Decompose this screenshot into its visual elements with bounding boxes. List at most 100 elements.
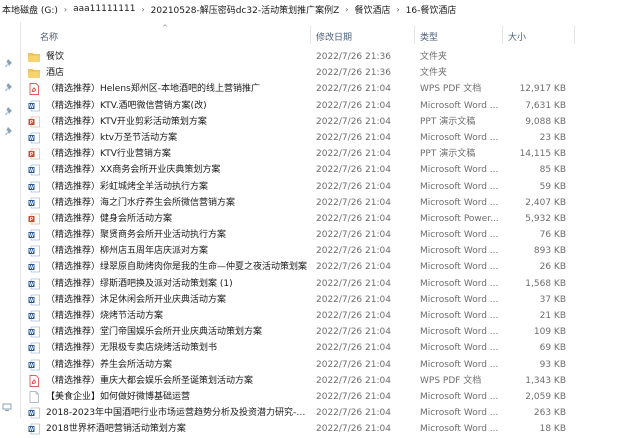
file-size: 7,631 KB [525,100,566,111]
file-row[interactable]: W 2018世界杯酒吧营销活动策划方案 2022/7/26 21:04 Microso… [22,421,622,437]
word-icon: W [28,197,40,209]
file-date: 2022/7/26 21:04 [316,278,391,289]
pin-icon[interactable] [5,126,15,136]
file-row[interactable]: P （精选推荐）健身会所活动方案 2022/7/26 21:04 Microsoft … [22,211,622,227]
file-size: 2,407 KB [525,197,566,208]
file-date: 2022/7/26 21:04 [316,149,391,160]
file-type: Microsoft Word ... [420,294,499,305]
file-row[interactable]: W （精选推荐）XX商务会所开业庆典策划方案 2022/7/26 21:04 Micr… [22,162,622,178]
folder-icon [28,51,40,63]
file-row[interactable]: W （精选推荐）彩虹城烤全羊活动执行方案 2022/7/26 21:04 Micros… [22,179,622,195]
file-size: 263 KB [533,408,566,419]
breadcrumb-item[interactable]: aaa11111111 [73,4,135,14]
navigation-pane [0,22,21,418]
pin-icon[interactable] [5,82,15,92]
file-row[interactable]: W 2018-2023年中国酒吧行业市场运营趋势分析及投资潜力研究-(目录) 202… [22,405,622,421]
file-size: 1,568 KB [525,278,566,289]
file-date: 2022/7/26 21:04 [316,246,391,257]
column-header-date[interactable]: 修改日期 [316,30,352,43]
file-type: Microsoft Power... [420,213,499,224]
svg-text:W: W [29,298,34,304]
pin-icon[interactable] [5,106,15,116]
file-name: （精选推荐）烧烤节活动方案 [46,311,164,321]
breadcrumb-item[interactable]: 餐饮酒店 [354,3,390,16]
file-type: Microsoft Word ... [420,100,499,111]
word-icon: W [28,229,40,241]
file-row[interactable]: （精选推荐）重庆大都会娱乐会所圣诞策划活动方案 2022/7/26 21:04 WP… [22,373,622,389]
file-row[interactable]: W （精选推荐）柳州店五周年店庆派对方案 2022/7/26 21:04 Micros… [22,243,622,259]
column-header-type[interactable]: 类型 [420,30,438,43]
file-date: 2022/7/26 21:04 [316,375,391,386]
file-row[interactable]: W （精选推荐）缪斯酒吧换及派对活动策划案 (1) 2022/7/26 21:04 M… [22,276,622,292]
file-type: PPT 演示文稿 [420,149,476,160]
file-name: （精选推荐）聚贤商务会所开业活动执行方案 [46,230,227,241]
svg-text:W: W [29,330,34,336]
file-name: （精选推荐）堂门帝国娱乐会所开业庆典活动策划方案 [46,327,263,338]
file-list: 餐饮 2022/7/26 21:36 文件夹 酒店 2022/7/26 21:36 文件夹… [22,49,622,438]
file-row[interactable]: W （精选推荐）堂门帝国娱乐会所开业庆典活动策划方案 2022/7/26 21:04… [22,324,622,340]
svg-text:W: W [29,411,34,417]
file-row[interactable]: W （精选推荐）KTV.酒吧微信营销方案(改) 2022/7/26 21:04 Mic… [22,98,622,114]
file-date: 2022/7/26 21:36 [316,52,391,62]
file-row[interactable]: （精选推荐）Helens郑州区-本地酒吧的线上营销推广 2022/7/26 21:… [22,81,622,97]
column-header-name[interactable]: 名称 [40,30,58,43]
svg-text:W: W [29,103,34,109]
column-divider[interactable] [502,26,503,44]
file-row[interactable]: P （精选推荐）KTV行业营销方案 2022/7/26 21:04 PPT 演示文稿 1… [22,146,622,162]
file-row[interactable]: P （精选推荐）KTV开业剪彩活动策划方案 2022/7/26 21:04 PPT 演… [22,114,622,130]
generic-file-icon [28,391,40,403]
file-type: Microsoft Word ... [420,278,499,289]
file-row[interactable]: W （精选推荐）无限极专卖店烧烤活动策划书 2022/7/26 21:04 Micro… [22,340,622,356]
chevron-right-icon: › [141,4,145,14]
breadcrumb-item[interactable]: 16-餐饮酒店 [406,3,457,16]
file-type: Microsoft Word ... [420,197,499,208]
column-header: ^ 名称 修改日期 类型 大小 [22,24,622,44]
file-date: 2022/7/26 21:04 [316,181,391,192]
file-size: 85 KB [539,165,566,176]
column-divider[interactable] [574,26,575,44]
file-type: PPT 演示文稿 [420,116,476,127]
file-row[interactable]: W （精选推荐）养生会所活动方案 2022/7/26 21:04 Microsoft … [22,357,622,373]
file-row[interactable]: W （精选推荐）烧烤节活动方案 2022/7/26 21:04 Microsoft W… [22,308,622,324]
breadcrumb-item[interactable]: 20210528-解压密码dc32-活动策划推广案例Z [151,3,340,16]
file-date: 2022/7/26 21:04 [316,391,391,402]
breadcrumb-item[interactable]: 本地磁盘 (G:) [2,3,58,16]
column-divider[interactable] [310,26,311,44]
file-size: 5,932 KB [525,213,566,224]
file-row[interactable]: W （精选推荐）绿翠原自助烤肉你是我的生命—仲夏之夜活动策划案 2022/7/26 … [22,259,622,275]
word-icon: W [28,261,40,273]
column-divider[interactable] [414,26,415,44]
file-type: Microsoft Word ... [420,246,499,257]
file-row[interactable]: W （精选推荐）沐足休闲会所开业庆典活动方案 2022/7/26 21:04 Micr… [22,292,622,308]
sort-up-icon: ^ [162,24,168,32]
file-row[interactable]: 酒店 2022/7/26 21:36 文件夹 [22,65,622,81]
column-header-size[interactable]: 大小 [508,30,526,43]
file-name: 【美食企业】如何做好微博基础运营 [46,391,191,402]
svg-text:W: W [29,249,34,255]
word-icon: W [28,132,40,144]
computer-icon[interactable] [2,402,12,412]
word-icon: W [28,326,40,338]
file-date: 2022/7/26 21:04 [316,116,391,127]
word-icon: W [28,342,40,354]
file-type: Microsoft Word ... [420,132,499,143]
file-row[interactable]: W （精选推荐）ktv万圣节活动方案 2022/7/26 21:04 Microsof… [22,130,622,146]
file-name: （精选推荐）缪斯酒吧换及派对活动策划案 (1) [46,278,233,289]
file-row[interactable]: W （精选推荐）海之门水疗养生会所微信营销方案 2022/7/26 21:04 Mic… [22,195,622,211]
file-row[interactable]: 餐饮 2022/7/26 21:36 文件夹 [22,49,622,65]
file-row[interactable]: W （精选推荐）聚贤商务会所开业活动执行方案 2022/7/26 21:04 Micr… [22,227,622,243]
file-type: Microsoft Word ... [420,343,499,354]
file-date: 2022/7/26 21:04 [316,132,391,143]
file-type: Microsoft Word ... [420,165,499,176]
file-row[interactable]: 【美食企业】如何做好微博基础运营 2022/7/26 21:04 Microsoft… [22,389,622,405]
file-date: 2022/7/26 21:04 [316,84,391,95]
svg-text:W: W [29,233,34,239]
file-type: WPS PDF 文档 [420,84,482,95]
file-size: 21 KB [539,311,566,321]
file-date: 2022/7/26 21:04 [316,100,391,111]
svg-text:W: W [29,346,34,352]
pin-icon[interactable] [5,58,15,68]
file-name: （精选推荐）海之门水疗养生会所微信营销方案 [46,197,236,208]
svg-text:W: W [29,136,34,142]
chevron-right-icon: › [396,4,400,14]
